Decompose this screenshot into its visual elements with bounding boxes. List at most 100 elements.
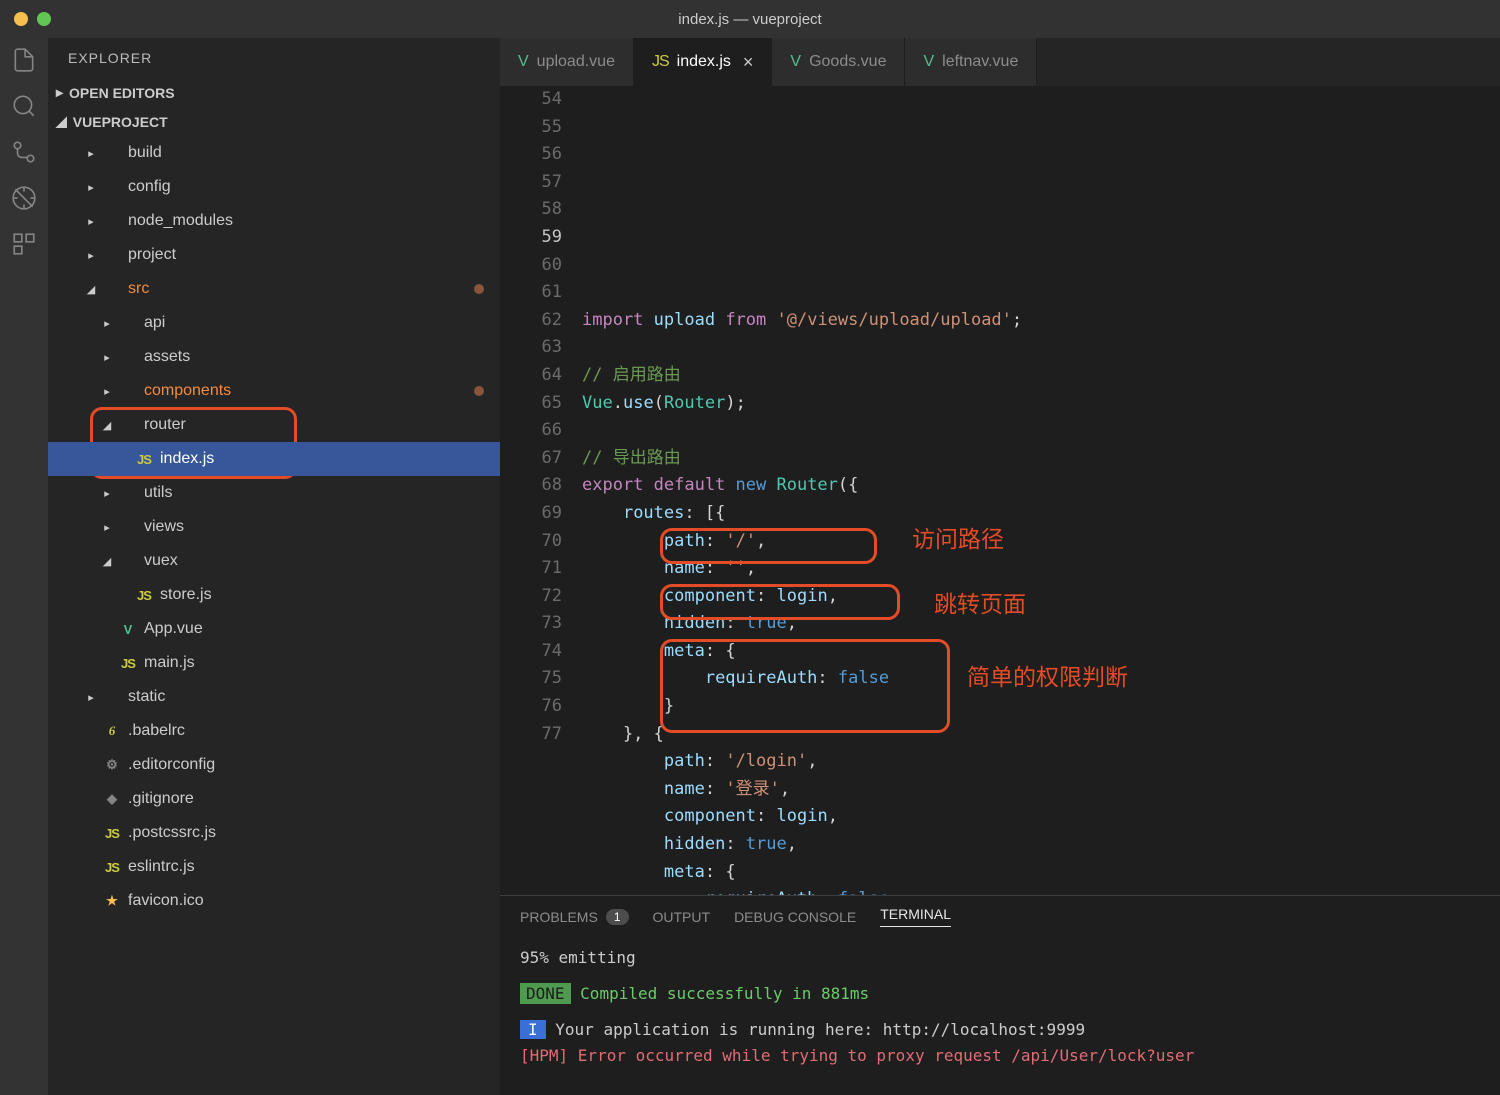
window-title: index.js — vueproject <box>678 11 821 28</box>
file-icon: JS <box>134 588 154 603</box>
activity-bar <box>0 38 48 1095</box>
line-number: 69 <box>500 500 562 528</box>
code-line: name: '登录', <box>582 776 1500 804</box>
tree-item-label: vuex <box>144 552 178 570</box>
line-number: 56 <box>500 141 562 169</box>
tree-item[interactable]: JSeslintrc.js <box>48 850 500 884</box>
file-icon: V <box>518 53 529 71</box>
code-editor[interactable]: 5455565758596061626364656667686970717273… <box>500 86 1500 895</box>
line-number: 74 <box>500 638 562 666</box>
close-icon[interactable]: × <box>743 52 754 73</box>
tree-item[interactable]: ▸utils <box>48 476 500 510</box>
files-icon[interactable] <box>10 46 38 74</box>
chevron-right-icon: ▸ <box>84 147 98 160</box>
explorer-title: EXPLORER <box>48 38 500 78</box>
tree-item[interactable]: ★ favicon.ico <box>48 884 500 918</box>
chevron-down-icon: ◢ <box>100 419 114 432</box>
tree-item[interactable]: JS .postcssrc.js <box>48 816 500 850</box>
panel-tab-debug[interactable]: DEBUG CONSOLE <box>734 906 856 927</box>
file-icon: JS <box>102 860 122 875</box>
file-tree: ▸build▸config▸node_modules▸project◢src▸a… <box>48 136 500 1095</box>
editor-tabs: Vupload.vueJSindex.js×VGoods.vueVleftnav… <box>500 38 1500 86</box>
chevron-right-icon: ▸ <box>84 181 98 194</box>
code-line: Vue.use(Router); <box>582 390 1500 418</box>
tree-item[interactable]: ▸node_modules <box>48 204 500 238</box>
terminal-output[interactable]: 95% emitting DONE Compiled successfully … <box>500 937 1500 1095</box>
tree-item[interactable]: ▸build <box>48 136 500 170</box>
tree-item-label: .editorconfig <box>128 756 215 774</box>
tree-item-label: router <box>144 416 186 434</box>
file-icon: JS <box>118 656 138 671</box>
panel-tab-output[interactable]: OUTPUT <box>653 906 711 927</box>
file-icon: JS <box>134 452 154 467</box>
tree-item[interactable]: ▸ components <box>48 374 500 408</box>
project-section[interactable]: ◢ VUEPROJECT <box>48 107 500 136</box>
tree-item-label: config <box>128 178 171 196</box>
editor-tab[interactable]: JSindex.js× <box>634 38 772 86</box>
chevron-right-icon: ▸ <box>100 385 114 398</box>
tree-item[interactable]: VApp.vue <box>48 612 500 646</box>
tree-item[interactable]: ▸ config <box>48 170 500 204</box>
tree-item[interactable]: ◆.gitignore <box>48 782 500 816</box>
bottom-panel: PROBLEMS 1 OUTPUT DEBUG CONSOLE TERMINAL… <box>500 895 1500 1095</box>
code-content[interactable]: import upload from '@/views/upload/uploa… <box>582 86 1500 895</box>
tab-label: index.js <box>677 53 731 71</box>
terminal-line: I Your application is running here: http… <box>520 1017 1480 1043</box>
tree-item[interactable]: ▸project <box>48 238 500 272</box>
open-editors-section[interactable]: ▸ OPEN EDITORS <box>48 78 500 107</box>
code-line: // 启用路由 <box>582 362 1500 390</box>
tree-item[interactable]: ◢ router <box>48 408 500 442</box>
tree-item-label: components <box>144 382 231 400</box>
search-icon[interactable] <box>10 92 38 120</box>
terminal-line: DONE Compiled successfully in 881ms <box>520 981 1480 1007</box>
tree-item[interactable]: ⚙.editorconfig <box>48 748 500 782</box>
code-line: requireAuth: false <box>582 886 1500 895</box>
code-line: export default new Router({ <box>582 472 1500 500</box>
tab-label: Goods.vue <box>809 53 886 71</box>
chevron-right-icon: ▸ <box>84 249 98 262</box>
source-control-icon[interactable] <box>10 138 38 166</box>
tree-item-label: static <box>128 688 165 706</box>
minimize-button[interactable] <box>14 12 28 26</box>
maximize-button[interactable] <box>37 12 51 26</box>
tree-item-label: index.js <box>160 450 214 468</box>
file-icon: JS <box>102 826 122 841</box>
extensions-icon[interactable] <box>10 230 38 258</box>
panel-tab-problems[interactable]: PROBLEMS 1 <box>520 906 629 927</box>
code-line: } <box>582 693 1500 721</box>
tree-item[interactable]: ▸assets <box>48 340 500 374</box>
tree-item[interactable]: ▸views <box>48 510 500 544</box>
code-line: path: '/login', <box>582 748 1500 776</box>
tree-item[interactable]: ◢vuex <box>48 544 500 578</box>
debug-icon[interactable] <box>10 184 38 212</box>
tree-item[interactable]: ◢src <box>48 272 500 306</box>
explorer-sidebar: EXPLORER ▸ OPEN EDITORS ◢ VUEPROJECT ▸bu… <box>48 38 500 1095</box>
line-number: 72 <box>500 583 562 611</box>
chevron-right-icon: ▸ <box>100 487 114 500</box>
tree-item[interactable]: ▸api <box>48 306 500 340</box>
tree-item-label: .postcssrc.js <box>128 824 216 842</box>
problems-count-badge: 1 <box>606 909 629 925</box>
file-icon: ★ <box>102 893 122 909</box>
editor-tab[interactable]: Vleftnav.vue <box>905 38 1037 86</box>
line-gutter: 5455565758596061626364656667686970717273… <box>500 86 582 895</box>
code-line: routes: [{ <box>582 500 1500 528</box>
editor-tab[interactable]: VGoods.vue <box>772 38 905 86</box>
tab-label: leftnav.vue <box>942 53 1018 71</box>
annotation-label-path: 访问路径 <box>912 526 1004 554</box>
line-number: 76 <box>500 693 562 721</box>
tree-item-label: favicon.ico <box>128 892 204 910</box>
file-icon: ◆ <box>102 791 122 807</box>
tree-item[interactable]: JSmain.js <box>48 646 500 680</box>
editor-tab[interactable]: Vupload.vue <box>500 38 634 86</box>
panel-tab-terminal[interactable]: TERMINAL <box>880 906 951 927</box>
tree-item[interactable]: ▸static <box>48 680 500 714</box>
code-line <box>582 334 1500 362</box>
tree-item[interactable]: JS store.js <box>48 578 500 612</box>
tree-item[interactable]: JS index.js <box>48 442 500 476</box>
titlebar: index.js — vueproject <box>0 0 1500 38</box>
line-number: 64 <box>500 362 562 390</box>
panel-tabs: PROBLEMS 1 OUTPUT DEBUG CONSOLE TERMINAL <box>500 896 1500 937</box>
tree-item[interactable]: 6.babelrc <box>48 714 500 748</box>
tree-item-label: store.js <box>160 586 212 604</box>
